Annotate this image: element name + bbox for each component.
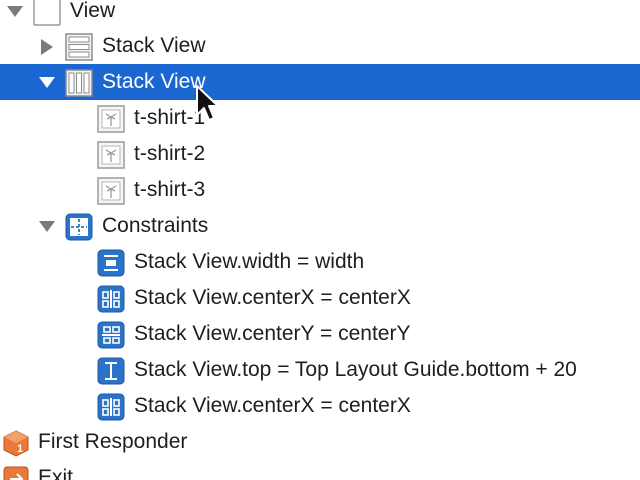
outline-row-label: t-shirt-3 <box>134 178 206 201</box>
outline-row-first-responder[interactable]: 1 First Responder <box>0 424 640 460</box>
svg-text:1: 1 <box>17 443 23 455</box>
horizontal-stack-view-icon <box>65 69 93 97</box>
outline-row-top-constraint[interactable]: Stack View.top = Top Layout Guide.bottom… <box>0 352 640 388</box>
outline-row-label: Stack View.width = width <box>134 250 365 273</box>
disclosure-collapsed-icon[interactable] <box>36 28 58 64</box>
outline-row-stack-view[interactable]: Stack View <box>0 28 640 64</box>
center-y-constraint-icon <box>97 321 125 349</box>
outline-row-width-constraint[interactable]: Stack View.width = width <box>0 244 640 280</box>
exit-icon <box>2 465 30 480</box>
document-outline: View Stack View Stack View t-shirt-1 t-s… <box>0 0 640 480</box>
outline-row-label: Exit <box>38 466 74 480</box>
outline-row-label: Stack View.top = Top Layout Guide.bottom… <box>134 358 577 381</box>
top-constraint-icon <box>97 357 125 385</box>
disclosure-expanded-icon[interactable] <box>36 64 58 100</box>
outline-row-label: Stack View.centerX = centerX <box>134 394 411 417</box>
vertical-stack-view-icon <box>65 33 93 61</box>
outline-row-label: Stack View <box>102 70 206 93</box>
disclosure-expanded-icon[interactable] <box>36 208 58 244</box>
outline-row-center-x-constraint[interactable]: Stack View.centerX = centerX <box>0 280 640 316</box>
first-responder-icon: 1 <box>2 429 30 457</box>
outline-row-label: First Responder <box>38 430 188 453</box>
outline-row-stack-view-selected[interactable]: Stack View <box>0 64 640 100</box>
constraints-icon <box>65 213 93 241</box>
outline-row-t-shirt-3[interactable]: t-shirt-3 <box>0 172 640 208</box>
outline-row-label: Stack View.centerX = centerX <box>134 286 411 309</box>
image-view-icon <box>97 141 125 169</box>
width-constraint-icon <box>97 249 125 277</box>
image-view-icon <box>97 177 125 205</box>
outline-row-center-y-constraint[interactable]: Stack View.centerY = centerY <box>0 316 640 352</box>
outline-row-view[interactable]: View <box>0 0 640 29</box>
arrow-cursor-icon <box>195 85 221 125</box>
outline-row-label: View <box>70 0 116 22</box>
outline-row-exit[interactable]: Exit <box>0 460 640 480</box>
outline-row-label: Constraints <box>102 214 209 237</box>
outline-row-t-shirt-1[interactable]: t-shirt-1 <box>0 100 640 136</box>
outline-row-label: Stack View <box>102 34 206 57</box>
outline-row-label: t-shirt-2 <box>134 142 206 165</box>
center-x-constraint-icon <box>97 393 125 421</box>
outline-row-center-x-constraint[interactable]: Stack View.centerX = centerX <box>0 388 640 424</box>
outline-row-constraints[interactable]: Constraints <box>0 208 640 244</box>
outline-row-label: Stack View.centerY = centerY <box>134 322 411 345</box>
outline-row-t-shirt-2[interactable]: t-shirt-2 <box>0 136 640 172</box>
center-x-constraint-icon <box>97 285 125 313</box>
image-view-icon <box>97 105 125 133</box>
disclosure-expanded-icon[interactable] <box>4 0 26 29</box>
view-icon <box>33 0 61 26</box>
